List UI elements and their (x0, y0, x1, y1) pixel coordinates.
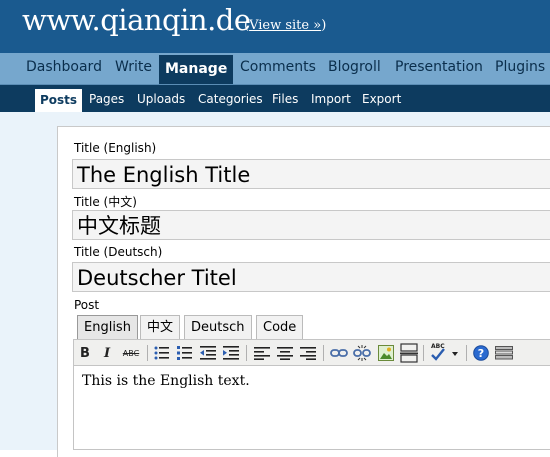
bold-icon[interactable]: B (75, 343, 95, 363)
nav-blogroll[interactable]: Blogroll (328, 59, 381, 75)
tab-deutsch[interactable]: Deutsch (184, 315, 252, 339)
title-english-label: Title (English) (74, 141, 157, 155)
nav-comments[interactable]: Comments (240, 59, 316, 75)
title-chinese-input[interactable]: 中文标题 (72, 210, 550, 240)
tab-chinese[interactable]: 中文 (140, 315, 181, 339)
title-chinese-label: Title (中文) (74, 195, 137, 209)
align-left-icon[interactable] (252, 343, 272, 363)
post-label: Post (74, 298, 100, 312)
post-editor[interactable]: This is the English text. (73, 366, 550, 450)
toolbar-separator (423, 345, 424, 361)
editor-toolbar: B I ABC ABC ? (73, 339, 550, 366)
site-title: www.qianqin.de (22, 3, 251, 37)
indent-icon[interactable] (221, 343, 241, 363)
nav-presentation[interactable]: Presentation (395, 59, 483, 75)
outdent-icon[interactable] (198, 343, 218, 363)
nav-manage[interactable]: Manage (159, 55, 234, 84)
spellcheck-icon[interactable]: ABC (429, 343, 459, 363)
view-site-link[interactable]: View site » (249, 18, 321, 33)
spellcheck-label: ABC (431, 343, 445, 350)
help-icon[interactable]: ? (471, 343, 491, 363)
toolbar-separator (147, 345, 148, 361)
image-icon[interactable] (376, 343, 396, 363)
link-icon[interactable] (329, 343, 349, 363)
bullet-list-icon[interactable] (152, 343, 172, 363)
subnav-pages[interactable]: Pages (89, 92, 124, 106)
subnav-categories[interactable]: Categories (198, 92, 263, 106)
nav-dashboard[interactable]: Dashboard (26, 59, 102, 75)
kitchen-sink-icon[interactable] (494, 343, 514, 363)
strikethrough-icon[interactable]: ABC (121, 343, 141, 363)
nav-write[interactable]: Write (115, 59, 152, 75)
toolbar-separator (466, 345, 467, 361)
title-deutsch-label: Title (Deutsch) (74, 245, 163, 259)
italic-icon[interactable]: I (97, 343, 117, 363)
unlink-icon[interactable] (352, 343, 372, 363)
subnav-posts[interactable]: Posts (35, 89, 83, 112)
subnav-uploads[interactable]: Uploads (137, 92, 185, 106)
sub-nav: Posts Pages Uploads Categories Files Imp… (0, 85, 550, 112)
tab-code[interactable]: Code (256, 315, 304, 339)
svg-text:?: ? (478, 347, 484, 360)
title-deutsch-input[interactable]: Deutscher Titel (72, 262, 550, 292)
main-nav: Dashboard Write Manage Comments Blogroll… (0, 53, 550, 85)
tab-english[interactable]: English (77, 315, 138, 339)
editor-content[interactable]: This is the English text. (82, 373, 250, 389)
align-right-icon[interactable] (298, 343, 318, 363)
numbered-list-icon[interactable] (175, 343, 195, 363)
nav-plugins[interactable]: Plugins (495, 59, 545, 75)
toolbar-separator (323, 345, 324, 361)
toolbar-separator (246, 345, 247, 361)
subnav-export[interactable]: Export (362, 92, 401, 106)
subnav-import[interactable]: Import (311, 92, 351, 106)
site-header: www.qianqin.de (View site ») (0, 0, 550, 53)
more-break-icon[interactable] (399, 343, 419, 363)
view-site-wrapper: (View site ») (244, 18, 327, 33)
subnav-files[interactable]: Files (272, 92, 298, 106)
align-center-icon[interactable] (275, 343, 295, 363)
title-english-input[interactable]: The English Title (72, 159, 550, 189)
